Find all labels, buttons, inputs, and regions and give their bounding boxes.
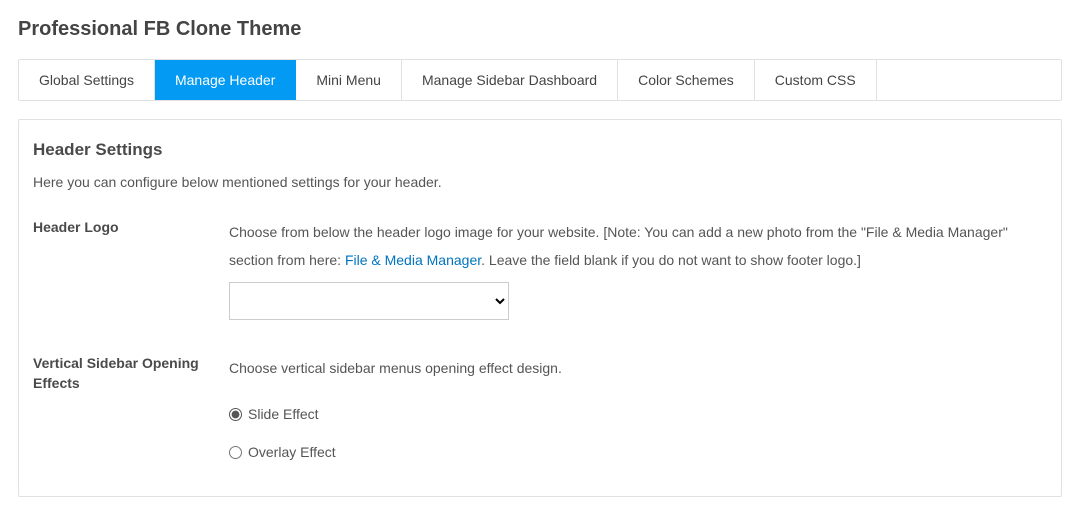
tab-color-schemes[interactable]: Color Schemes <box>618 60 755 100</box>
label-sidebar-effects: Vertical Sidebar Opening Effects <box>33 354 229 393</box>
header-logo-select[interactable] <box>229 282 509 320</box>
radio-slide-label: Slide Effect <box>248 400 319 428</box>
row-sidebar-effects: Vertical Sidebar Opening Effects Choose … <box>33 354 1047 476</box>
section-description: Here you can configure below mentioned s… <box>33 174 1047 190</box>
field-header-logo: Choose from below the header logo image … <box>229 218 1047 320</box>
radio-overlay-label: Overlay Effect <box>248 438 336 466</box>
label-header-logo: Header Logo <box>33 218 229 238</box>
radio-line-slide[interactable]: Slide Effect <box>229 400 1047 428</box>
header-logo-desc-after: . Leave the field blank if you do not wa… <box>481 252 861 268</box>
tab-mini-menu[interactable]: Mini Menu <box>296 60 402 100</box>
file-media-manager-link[interactable]: File & Media Manager <box>345 252 481 268</box>
sidebar-effects-desc: Choose vertical sidebar menus opening ef… <box>229 360 562 376</box>
sidebar-effects-radio-group: Slide Effect Overlay Effect <box>229 400 1047 466</box>
tab-custom-css[interactable]: Custom CSS <box>755 60 877 100</box>
tab-manage-header[interactable]: Manage Header <box>155 60 296 100</box>
radio-line-overlay[interactable]: Overlay Effect <box>229 438 1047 466</box>
tab-manage-sidebar[interactable]: Manage Sidebar Dashboard <box>402 60 618 100</box>
page-title: Professional FB Clone Theme <box>18 18 1062 41</box>
settings-panel: Header Settings Here you can configure b… <box>18 119 1062 497</box>
radio-slide-effect[interactable] <box>229 408 242 421</box>
field-sidebar-effects: Choose vertical sidebar menus opening ef… <box>229 354 1047 476</box>
tab-global-settings[interactable]: Global Settings <box>19 60 155 100</box>
section-title: Header Settings <box>33 140 1047 160</box>
tab-bar: Global Settings Manage Header Mini Menu … <box>18 59 1062 101</box>
tab-spacer <box>877 60 1061 100</box>
radio-overlay-effect[interactable] <box>229 446 242 459</box>
row-header-logo: Header Logo Choose from below the header… <box>33 218 1047 320</box>
